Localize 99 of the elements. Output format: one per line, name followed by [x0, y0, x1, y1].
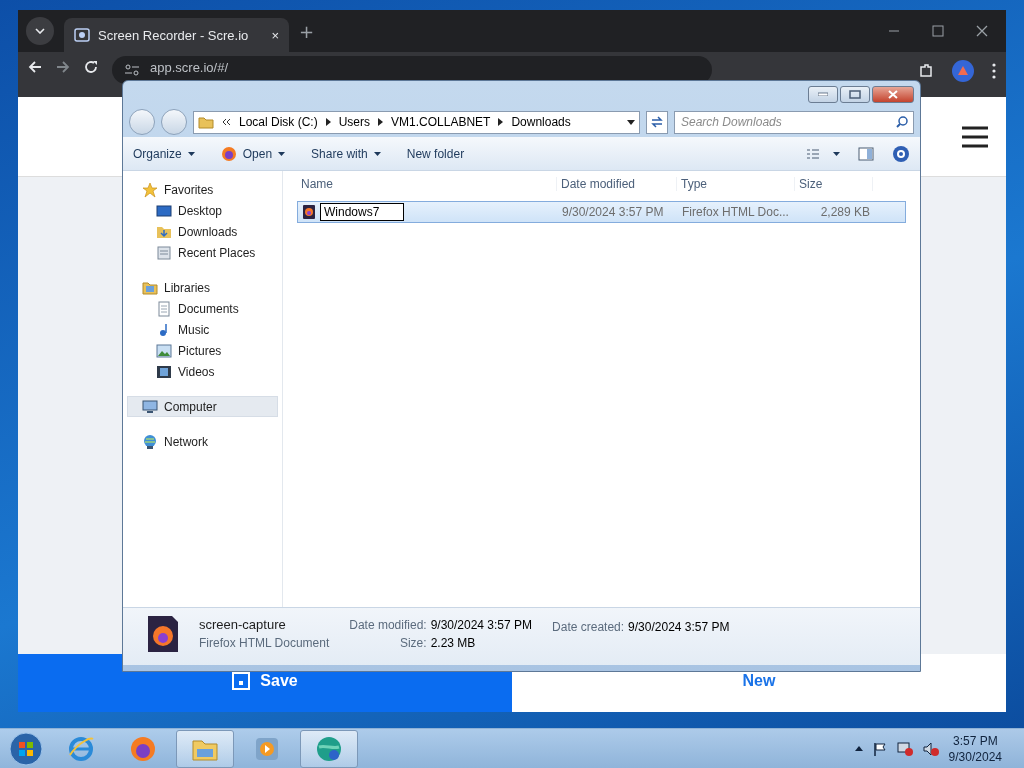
folder-icon — [198, 115, 214, 129]
forward-button[interactable] — [161, 109, 187, 135]
triangle-right-icon — [378, 118, 384, 126]
tab-search-button[interactable] — [26, 17, 54, 45]
navigation-item[interactable]: Downloads — [127, 221, 278, 242]
firefox-icon — [129, 734, 157, 763]
navigation-item[interactable]: Pictures — [127, 340, 278, 361]
field-label: Date modified: — [349, 617, 427, 632]
computer-icon — [142, 398, 158, 415]
field-value: 9/30/2024 3:57 PM — [628, 620, 730, 634]
document-icon — [156, 300, 172, 317]
field-value: 9/30/2024 3:57 PM — [430, 617, 533, 632]
close-tab-button[interactable]: × — [271, 27, 279, 43]
reload-icon[interactable] — [84, 60, 98, 74]
maximize-button[interactable] — [840, 85, 870, 103]
file-name: screen-capture — [199, 617, 287, 632]
dropdown-icon — [278, 151, 286, 156]
picture-icon — [156, 342, 172, 359]
navigation-item[interactable]: Videos — [127, 361, 278, 382]
firefox-document-icon — [147, 614, 179, 653]
refresh-button[interactable] — [646, 110, 668, 134]
back-icon[interactable] — [28, 60, 42, 74]
library-folder-icon — [142, 279, 158, 296]
navigation-item[interactable]: Favorites — [127, 179, 278, 200]
close-icon — [888, 89, 898, 99]
triangle-right-icon — [325, 118, 331, 126]
speaker-muted-icon[interactable] — [922, 741, 939, 756]
navigation-item[interactable]: Network — [127, 431, 278, 452]
breadcrumb-item[interactable]: Users — [338, 115, 371, 129]
new-tab-button[interactable]: + — [299, 20, 315, 42]
field-value: 2.23 MB — [430, 635, 477, 650]
toolbar-button[interactable]: Organize — [133, 146, 195, 161]
refresh-icon — [650, 116, 664, 128]
desktop-icon — [156, 202, 172, 219]
preview-pane-icon[interactable] — [858, 146, 874, 161]
back-button[interactable] — [129, 109, 155, 135]
save-icon — [232, 672, 251, 690]
toolbar-button[interactable]: Share with — [311, 146, 381, 161]
film-icon — [156, 363, 172, 380]
profile-avatar[interactable] — [952, 60, 974, 82]
date-modified: 9/30/2024 3:57 PM — [561, 205, 665, 219]
breadcrumb-item[interactable]: Local Disk (C:) — [239, 115, 318, 129]
chevron-left-icon — [222, 118, 231, 126]
recorder-icon — [74, 28, 90, 42]
network-error-icon[interactable] — [896, 741, 913, 756]
navigation-item[interactable]: Computer — [127, 396, 278, 417]
windows-logo-icon — [9, 731, 43, 766]
taskbar-button[interactable] — [176, 729, 234, 768]
column-header[interactable]: Name — [297, 177, 557, 191]
site-info-icon — [124, 64, 140, 76]
column-header[interactable]: Type — [677, 177, 795, 191]
breadcrumb-item[interactable]: VM1.COLLABNET — [391, 115, 491, 129]
triangle-right-icon — [498, 118, 504, 126]
flag-icon[interactable] — [872, 741, 887, 756]
file-type: Firefox HTML Document — [199, 636, 330, 650]
column-header[interactable]: Size — [795, 177, 873, 191]
toolbar-button[interactable]: New folder — [406, 146, 465, 161]
address-bar[interactable]: Local Disk (C:) Users VM1.COLLABNET Downloads — [193, 110, 640, 134]
browser-tab[interactable]: Screen Recorder - Scre.io × — [64, 18, 289, 52]
tab-title: Screen Recorder - Scre.io — [98, 27, 250, 43]
column-header[interactable]: Date modified — [557, 177, 677, 191]
breadcrumb-item[interactable]: Downloads — [511, 115, 571, 129]
search-icon — [896, 115, 908, 128]
url-text: app.scre.io/#/ — [150, 61, 229, 75]
show-hidden-icons-icon[interactable] — [854, 746, 863, 751]
dropdown-icon[interactable] — [627, 119, 635, 125]
firefox-icon — [220, 145, 237, 162]
maximize-icon[interactable] — [932, 25, 944, 37]
browser-e-icon — [67, 734, 95, 763]
field-label: Size: — [398, 635, 427, 650]
forward-icon[interactable] — [56, 60, 70, 74]
taskbar-button[interactable] — [300, 729, 358, 768]
menu-icon[interactable] — [962, 125, 988, 148]
navigation-item[interactable]: Desktop — [127, 200, 278, 221]
file-type: Firefox HTML Doc... — [681, 205, 790, 219]
minimize-icon — [818, 92, 828, 96]
minimize-button[interactable] — [808, 85, 838, 103]
dropdown-icon — [187, 151, 195, 156]
view-options-icon[interactable] — [806, 147, 840, 160]
navigation-item[interactable]: Libraries — [127, 277, 278, 298]
close-icon[interactable] — [976, 25, 988, 37]
firefox-file-icon — [302, 204, 316, 220]
navigation-item[interactable]: Recent Places — [127, 242, 278, 263]
field-label: Date created: — [552, 620, 625, 634]
file-size: 2,289 KB — [819, 205, 871, 219]
navigation-item[interactable]: Music — [127, 319, 278, 340]
toolbar-button[interactable]: Open — [220, 145, 286, 162]
clock-time[interactable]: 3:57 PM — [952, 732, 998, 749]
chevron-down-icon — [35, 28, 45, 34]
dropdown-icon — [373, 151, 381, 156]
more-icon[interactable] — [992, 63, 996, 79]
search-field[interactable]: Search Downloads — [674, 110, 914, 134]
clock-date[interactable]: 9/30/2024 — [948, 748, 1002, 765]
star-icon — [142, 181, 158, 198]
rename-field[interactable]: Windows7 — [320, 203, 404, 221]
restore-icon — [849, 89, 861, 99]
close-button[interactable] — [872, 85, 914, 103]
file-row[interactable]: Windows7 9/30/2024 3:57 PM Firefox HTML Doc... 2,289 KB — [297, 201, 906, 223]
navigation-item[interactable]: Documents — [127, 298, 278, 319]
